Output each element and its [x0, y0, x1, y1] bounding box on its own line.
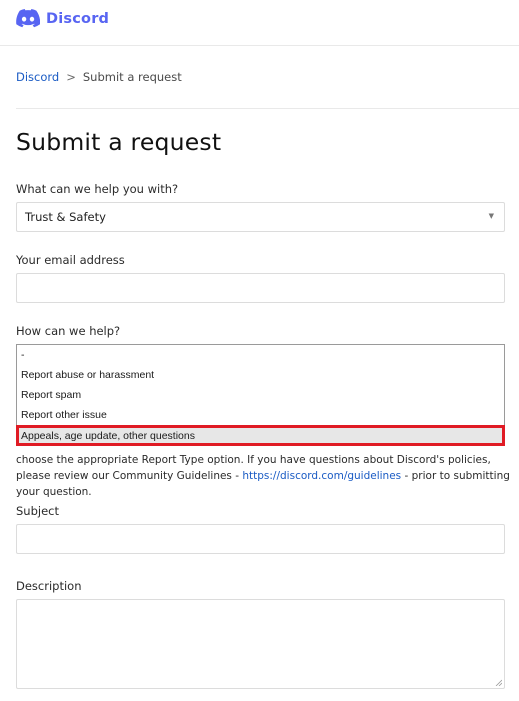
description-label: Description	[16, 579, 82, 593]
email-field[interactable]	[16, 273, 505, 303]
breadcrumb-home-link[interactable]: Discord	[16, 70, 59, 84]
guidelines-link[interactable]: https://discord.com/guidelines	[242, 470, 401, 482]
logo-text: Discord	[46, 10, 110, 27]
help-description-text: choose the appropriate Report Type optio…	[16, 452, 511, 500]
topic-select[interactable]: Trust & Safety ▼	[16, 202, 505, 232]
page-title: Submit a request	[16, 128, 222, 156]
site-header: Discord	[0, 0, 519, 46]
dropdown-option-report-spam[interactable]: Report spam	[21, 389, 81, 401]
dropdown-option-report-abuse[interactable]: Report abuse or harassment	[21, 369, 154, 381]
dropdown-option-appeals-highlighted[interactable]: Appeals, age update, other questions	[16, 425, 505, 446]
breadcrumb-divider	[16, 108, 519, 109]
breadcrumb-separator: >	[66, 70, 76, 84]
description-textarea[interactable]	[16, 599, 505, 689]
help-type-label: How can we help?	[16, 324, 121, 338]
dropdown-option-appeals-label: Appeals, age update, other questions	[21, 430, 195, 442]
topic-label: What can we help you with?	[16, 182, 179, 196]
breadcrumb: Discord > Submit a request	[16, 70, 182, 84]
email-label: Your email address	[16, 253, 125, 267]
discord-logo[interactable]: Discord	[16, 9, 109, 28]
resize-handle-icon[interactable]	[495, 679, 502, 686]
subject-label: Subject	[16, 504, 59, 518]
dropdown-option-report-other[interactable]: Report other issue	[21, 409, 107, 421]
chevron-down-icon: ▼	[488, 212, 494, 220]
topic-select-value: Trust & Safety	[25, 210, 106, 224]
subject-field[interactable]	[16, 524, 505, 554]
breadcrumb-current: Submit a request	[82, 70, 182, 84]
discord-icon	[16, 9, 40, 28]
dropdown-option-blank[interactable]: -	[21, 349, 25, 361]
